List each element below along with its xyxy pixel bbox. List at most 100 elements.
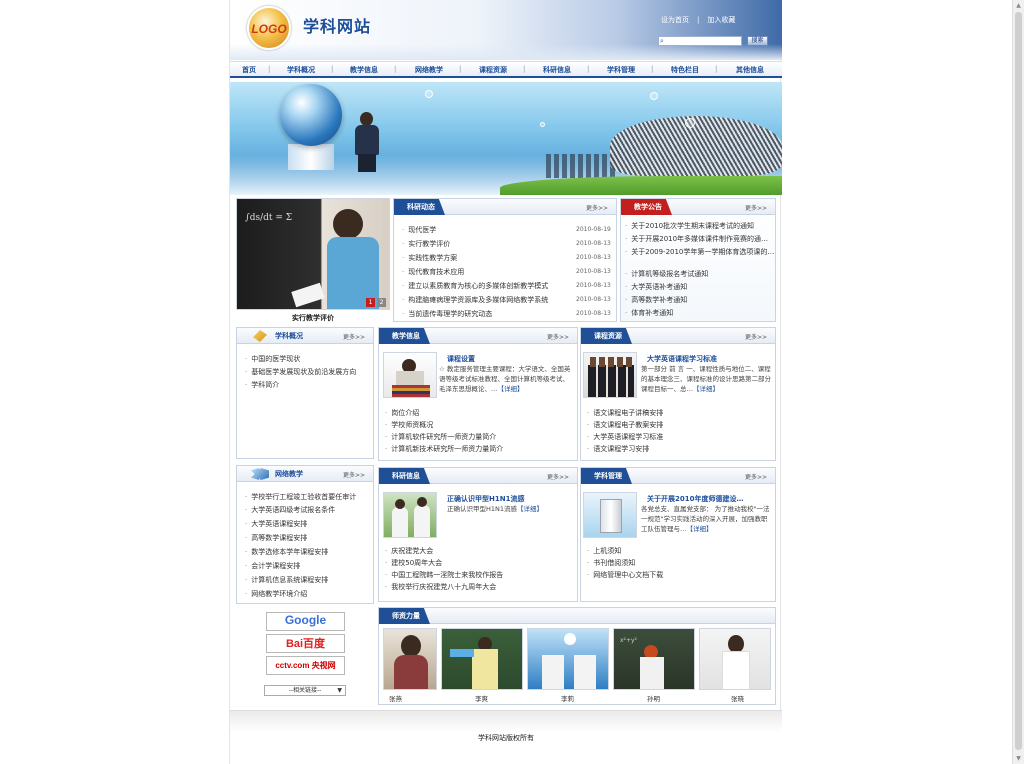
scroll-up-icon[interactable]: ▲ bbox=[1013, 0, 1024, 11]
list-item[interactable]: 语文课程电子讲稿安排 bbox=[587, 408, 663, 418]
list-item[interactable]: 大学英语四级考试报名条件 bbox=[245, 505, 335, 515]
discipline-mgmt-panel: 学科管理 更多>> 关于开展2010年度师德建设… 各党总支、直属党支部： 为了… bbox=[580, 467, 776, 602]
set-home-link[interactable]: 设为首页 bbox=[661, 16, 689, 24]
site-logo[interactable]: LOGO bbox=[247, 6, 291, 50]
faculty-name[interactable]: 张燕 bbox=[389, 693, 402, 703]
list-item[interactable]: 高等数学补考通知 bbox=[625, 295, 687, 305]
list-item[interactable]: 基础医学发展现状及前沿发展方向 bbox=[245, 367, 356, 377]
feature-photo[interactable]: ∫ds/dt = Σ 1 2 bbox=[236, 198, 390, 310]
list-item[interactable]: 大学英语补考通知 bbox=[625, 282, 687, 292]
list-item[interactable]: 构建脑瘫病理学资源库及多媒体网络教学系统 bbox=[402, 295, 548, 305]
list-item[interactable]: 网络教学环境介绍 bbox=[245, 589, 307, 599]
search-input[interactable]: ⌕ bbox=[658, 36, 742, 46]
nav-research-info[interactable]: 科研信息 bbox=[543, 65, 571, 75]
list-item[interactable]: 我校举行庆祝建党八十九周年大会 bbox=[385, 582, 496, 592]
list-item[interactable]: 大学英语课程学习标准 bbox=[587, 432, 663, 442]
faculty-name[interactable]: 孙明 bbox=[647, 693, 660, 703]
course-resources-more-link[interactable]: 更多>> bbox=[745, 332, 767, 341]
list-item[interactable]: 现代医学 bbox=[402, 225, 436, 235]
online-teaching-more-link[interactable]: 更多>> bbox=[343, 470, 365, 479]
list-item[interactable]: 语文课程学习安排 bbox=[587, 444, 649, 454]
nav-discipline-mgmt[interactable]: 学科管理 bbox=[607, 65, 635, 75]
teaching-info-headline[interactable]: 课程设置 bbox=[447, 354, 475, 364]
nav-online-teaching[interactable]: 网络教学 bbox=[415, 65, 443, 75]
list-item[interactable]: 大学英语课程安排 bbox=[245, 519, 307, 529]
list-item[interactable]: 数学选修本学年课程安排 bbox=[245, 547, 328, 557]
discipline-mgmt-headline[interactable]: 关于开展2010年度师德建设… bbox=[647, 494, 743, 504]
google-link[interactable]: Google bbox=[266, 612, 345, 631]
add-favorite-link[interactable]: 加入收藏 bbox=[707, 16, 735, 24]
related-links-select[interactable]: --相关链接-- ▼ bbox=[264, 685, 346, 696]
overview-more-link[interactable]: 更多>> bbox=[343, 332, 365, 341]
list-item[interactable]: 书刊借阅须知 bbox=[587, 558, 635, 568]
list-item[interactable]: 学科简介 bbox=[245, 380, 279, 390]
notice-more-link[interactable]: 更多>> bbox=[745, 203, 767, 212]
faculty-photo[interactable] bbox=[699, 628, 771, 690]
faculty-photo[interactable] bbox=[441, 628, 523, 690]
discipline-mgmt-detail-link[interactable]: 【详细】 bbox=[687, 525, 713, 533]
search-button[interactable]: 搜索 bbox=[747, 36, 768, 46]
nav-featured[interactable]: 特色栏目 bbox=[671, 65, 699, 75]
teaching-info-title: 教学信息 bbox=[379, 328, 430, 344]
teaching-info-detail-link[interactable]: 【详细】 bbox=[498, 385, 524, 393]
footer: 学科网站版权所有 bbox=[230, 710, 782, 764]
list-item[interactable]: 网络管理中心文档下载 bbox=[587, 570, 663, 580]
faculty-photo[interactable] bbox=[383, 628, 437, 690]
teaching-info-more-link[interactable]: 更多>> bbox=[547, 332, 569, 341]
nav-other[interactable]: 其他信息 bbox=[736, 65, 764, 75]
nav-course-resources[interactable]: 课程资源 bbox=[479, 65, 507, 75]
slide-page-2[interactable]: 2 bbox=[377, 298, 386, 307]
list-item[interactable]: 计算机信息系统课程安排 bbox=[245, 575, 328, 585]
list-item[interactable]: 学校师资概况 bbox=[385, 420, 433, 430]
faculty-name[interactable]: 张晓 bbox=[731, 693, 744, 703]
notice-title: 教学公告 bbox=[621, 199, 672, 215]
faculty-name[interactable]: 李爽 bbox=[475, 693, 488, 703]
list-item[interactable]: 上机须知 bbox=[587, 546, 621, 556]
list-item[interactable]: 计算机等级报名考试通知 bbox=[625, 269, 708, 279]
nav-teaching-info[interactable]: 教学信息 bbox=[350, 65, 378, 75]
list-item[interactable]: 学校举行工程竣工验收首要任审计 bbox=[245, 492, 356, 502]
discipline-mgmt-more-link[interactable]: 更多>> bbox=[745, 472, 767, 481]
list-item[interactable]: 语文课程电子教案安排 bbox=[587, 420, 663, 430]
course-resources-headline[interactable]: 大学英语课程学习标准 bbox=[647, 354, 717, 364]
business-people-image[interactable] bbox=[583, 352, 637, 398]
baidu-link[interactable]: Bai百度 bbox=[266, 634, 345, 653]
student-books-image[interactable] bbox=[383, 352, 437, 398]
course-resources-detail-link[interactable]: 【详细】 bbox=[693, 385, 719, 393]
feature-caption[interactable]: 实行教学评价 bbox=[236, 313, 390, 323]
scroll-down-icon[interactable]: ▼ bbox=[1013, 753, 1024, 764]
faculty-name[interactable]: 李莉 bbox=[561, 693, 574, 703]
list-item[interactable]: 计算机新技术研究所一师资力量简介 bbox=[385, 444, 503, 454]
server-image[interactable] bbox=[583, 492, 637, 538]
list-item[interactable]: 实践性教学方案 bbox=[402, 253, 457, 263]
list-item[interactable]: 庆祝建党大会 bbox=[385, 546, 433, 556]
nav-home[interactable]: 首页 bbox=[242, 65, 256, 75]
scroll-thumb[interactable] bbox=[1015, 12, 1022, 750]
cctv-link[interactable]: cctv.com 央视网 bbox=[266, 656, 345, 675]
list-item[interactable]: 岗位介绍 bbox=[385, 408, 419, 418]
list-item[interactable]: 体育补考通知 bbox=[625, 308, 673, 318]
list-item[interactable]: 当前遗传毒理学的研究动态 bbox=[402, 309, 492, 319]
faculty-photo[interactable] bbox=[527, 628, 609, 690]
research-info-detail-link[interactable]: 【详细】 bbox=[517, 505, 543, 513]
list-item[interactable]: 关于2010批次学生期末课程考试的通知 bbox=[625, 221, 754, 231]
nav-overview[interactable]: 学科概况 bbox=[287, 65, 315, 75]
list-item[interactable]: 现代教育技术应用 bbox=[402, 267, 464, 277]
slide-page-1[interactable]: 1 bbox=[366, 298, 375, 307]
lab-researchers-image[interactable] bbox=[383, 492, 437, 538]
list-item[interactable]: 建立以素质教育为核心的多媒体创新教学模式 bbox=[402, 281, 548, 291]
list-item[interactable]: 实行教学评价 bbox=[402, 239, 450, 249]
research-info-headline[interactable]: 正确认识甲型H1N1流感 bbox=[447, 494, 524, 504]
list-item[interactable]: 计算机软件研究所一师资力量简介 bbox=[385, 432, 496, 442]
list-item[interactable]: 高等数学课程安排 bbox=[245, 533, 307, 543]
list-item[interactable]: 关于2009-2010学年第一学期体育选项课的… bbox=[625, 247, 774, 257]
research-info-more-link[interactable]: 更多>> bbox=[547, 472, 569, 481]
faculty-photo[interactable]: x²+y² bbox=[613, 628, 695, 690]
list-item[interactable]: 建校50周年大会 bbox=[385, 558, 442, 568]
list-item[interactable]: 关于开展2010年多媒体课件制作竞赛的通… bbox=[625, 234, 768, 244]
research-news-more-link[interactable]: 更多>> bbox=[586, 203, 608, 212]
list-item[interactable]: 中国工程院韩一淫院士来我校作报告 bbox=[385, 570, 503, 580]
list-item[interactable]: 会计学课程安排 bbox=[245, 561, 300, 571]
list-item[interactable]: 中国的医学现状 bbox=[245, 354, 300, 364]
page-scrollbar[interactable]: ▲ ▼ bbox=[1012, 0, 1024, 764]
